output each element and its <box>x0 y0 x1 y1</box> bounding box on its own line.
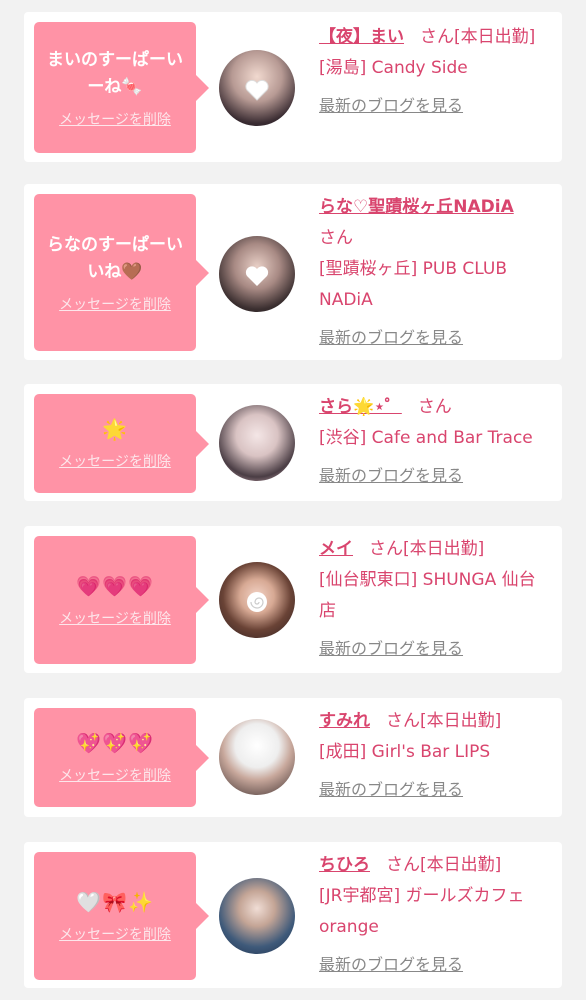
honorific: さん <box>386 855 420 875</box>
liked-user-card: 🤍🎀✨ メッセージを削除 ちひろ さん[本日出勤] [JR宇都宮] ガールズカフェ… <box>24 842 562 988</box>
delete-message-link[interactable]: メッセージを削除 <box>59 924 171 944</box>
delete-message-link[interactable]: メッセージを削除 <box>59 608 171 628</box>
message-bubble: 🤍🎀✨ メッセージを削除 <box>34 852 209 980</box>
swirl-sticker-icon <box>247 592 267 612</box>
liked-user-card: 💗💗💗 メッセージを削除 メイ さん[本日出勤] [仙台駅東口] SHUNGA 仙… <box>24 526 562 673</box>
heart-sticker-icon <box>245 266 269 286</box>
shop-name: [仙台駅東口] SHUNGA 仙台店 <box>319 570 536 621</box>
liked-user-card: 🌟 メッセージを削除 さら🌟⋆゜ さん [渋谷] Cafe and Bar Tra… <box>24 384 562 501</box>
user-info: すみれ さん[本日出勤] [成田] Girl's Bar LIPS 最新のブログを… <box>319 706 549 805</box>
message-bubble: 💖💖💖 メッセージを削除 <box>34 708 209 807</box>
view-blog-link[interactable]: 最新のブログを見る <box>319 460 549 491</box>
user-info: さら🌟⋆゜ さん [渋谷] Cafe and Bar Trace 最新のブログを見… <box>319 392 549 491</box>
liked-user-card: まいのすーぱーいーね🍬 メッセージを削除 【夜】まい さん[本日出勤] [湯島] … <box>24 12 562 162</box>
user-info: ちひろ さん[本日出勤] [JR宇都宮] ガールズカフェ orange 最新のブロ… <box>319 850 549 980</box>
message-bubble: 🌟 メッセージを削除 <box>34 394 209 493</box>
message-text: 💗💗💗 <box>76 573 154 598</box>
user-info: メイ さん[本日出勤] [仙台駅東口] SHUNGA 仙台店 最新のブログを見る <box>319 534 549 664</box>
avatar[interactable] <box>219 878 295 954</box>
message-text: 💖💖💖 <box>76 731 154 755</box>
work-status: [本日出勤] <box>420 855 502 875</box>
work-status: [本日出勤] <box>403 539 485 559</box>
view-blog-link[interactable]: 最新のブログを見る <box>319 633 549 664</box>
heart-sticker-icon <box>245 79 269 101</box>
shop-name: [聖蹟桜ヶ丘] PUB CLUB NADiA <box>319 259 508 310</box>
avatar[interactable] <box>219 50 295 126</box>
honorific: さん <box>369 539 403 559</box>
message-text: まいのすーぱーいーね🍬 <box>47 49 183 97</box>
user-name-link[interactable]: 【夜】まい <box>319 27 404 47</box>
honorific: さん <box>417 397 452 417</box>
view-blog-link[interactable]: 最新のブログを見る <box>319 949 549 980</box>
work-status: [本日出勤] <box>454 27 536 47</box>
message-text: 🤍🎀✨ <box>76 889 154 914</box>
honorific: さん <box>386 711 420 731</box>
user-name-link[interactable]: すみれ <box>319 711 370 731</box>
message-bubble: まいのすーぱーいーね🍬 メッセージを削除 <box>34 22 209 153</box>
honorific: さん <box>319 228 353 248</box>
avatar[interactable] <box>219 405 295 481</box>
user-name-link[interactable]: さら🌟⋆゜ <box>319 397 402 417</box>
delete-message-link[interactable]: メッセージを削除 <box>59 765 171 785</box>
delete-message-link[interactable]: メッセージを削除 <box>59 451 171 471</box>
shop-name: [湯島] Candy Side <box>319 58 468 78</box>
liked-user-card: らなのすーぱーいいね🤎 メッセージを削除 らな♡聖蹟桜ヶ丘NADiA さん [聖… <box>24 184 562 360</box>
delete-message-link[interactable]: メッセージを削除 <box>59 109 171 129</box>
message-text: らなのすーぱーいいね🤎 <box>47 234 183 282</box>
user-name-link[interactable]: ちひろ <box>319 855 370 875</box>
shop-name: [JR宇都宮] ガールズカフェ orange <box>319 886 525 937</box>
message-bubble: 💗💗💗 メッセージを削除 <box>34 536 209 664</box>
shop-name: [成田] Girl's Bar LIPS <box>319 742 491 762</box>
delete-message-link[interactable]: メッセージを削除 <box>59 294 171 314</box>
view-blog-link[interactable]: 最新のブログを見る <box>319 90 549 121</box>
avatar[interactable] <box>219 562 295 638</box>
work-status: [本日出勤] <box>420 711 502 731</box>
shop-name: [渋谷] Cafe and Bar Trace <box>319 428 533 448</box>
honorific: さん <box>420 27 454 47</box>
user-name-link[interactable]: メイ <box>319 539 353 559</box>
user-info: 【夜】まい さん[本日出勤] [湯島] Candy Side 最新のブログを見る <box>319 22 549 121</box>
view-blog-link[interactable]: 最新のブログを見る <box>319 322 549 353</box>
user-info: らな♡聖蹟桜ヶ丘NADiA さん [聖蹟桜ヶ丘] PUB CLUB NADiA … <box>319 192 549 353</box>
message-text: 🌟 <box>102 417 128 441</box>
avatar[interactable] <box>219 236 295 312</box>
message-bubble: らなのすーぱーいいね🤎 メッセージを削除 <box>34 194 209 351</box>
user-name-link[interactable]: らな♡聖蹟桜ヶ丘NADiA <box>319 197 514 217</box>
liked-user-card: 💖💖💖 メッセージを削除 すみれ さん[本日出勤] [成田] Girl's Bar… <box>24 698 562 817</box>
view-blog-link[interactable]: 最新のブログを見る <box>319 774 549 805</box>
avatar[interactable] <box>219 719 295 795</box>
